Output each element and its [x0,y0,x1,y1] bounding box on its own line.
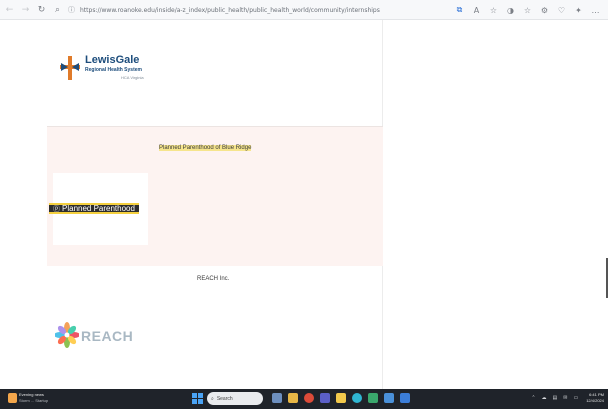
onedrive-icon[interactable]: ☁ [542,395,547,401]
content-column: LewisGale Regional Health System HCA Vir… [47,20,383,389]
clock-date: 12/4/2024 [586,398,604,403]
volume-icon[interactable]: ✉ [563,395,567,401]
refresh-icon[interactable]: ↻ [35,3,48,17]
weather-line-1: Evening news [19,392,44,397]
file-explorer-icon[interactable] [288,393,298,403]
taskbar-search[interactable]: ⌕ Search [207,392,263,405]
planned-parenthood-card[interactable]: ⓟ Planned Parenthood [49,173,148,245]
store-icon[interactable] [368,393,378,403]
system-tray: ⌃ ☁ ▤ ✉ ▭ 6:41 PM 12/4/2024 [525,392,604,404]
read-aloud-icon[interactable]: A [468,3,485,17]
lewisgale-mark-icon [60,56,80,80]
copilot-icon[interactable]: ✦ [570,3,587,17]
taskbar: Evening news Storm ... Startup ⌕ Search … [0,389,608,409]
weather-widget[interactable]: Evening news Storm ... Startup [8,392,68,406]
taskbar-search-label: Search [216,395,233,402]
toolbar-actions: ⧉ A ☆ ◑ ☆ ⚙ ♡ ✦ … [451,3,604,17]
favorites-icon[interactable]: ☆ [519,3,536,17]
weather-icon [8,393,17,403]
favorite-icon[interactable]: ☆ [485,3,502,17]
planned-parenthood-logo[interactable]: ⓟ Planned Parenthood [49,203,139,214]
lewisgale-logo[interactable]: LewisGale Regional Health System HCA Vir… [59,50,209,94]
page-viewport: LewisGale Regional Health System HCA Vir… [0,20,608,389]
taskbar-apps [272,393,416,403]
reach-logo[interactable]: REACH [55,320,145,350]
browser-toolbar: ← → ↻ ⌕ ⓘ https://www.roanoke.edu/inside… [0,0,608,20]
planned-parenthood-section: Planned Parenthood of Blue Ridge ⓟ Plann… [47,126,383,266]
teams-icon[interactable] [320,393,330,403]
more-options-icon[interactable]: … [587,3,604,17]
lewisgale-name: LewisGale [85,54,140,66]
planned-parenthood-logo-text: Planned Parenthood [62,204,135,213]
extensions-icon[interactable]: ⚙ [536,3,553,17]
weather-line-2: Storm ... Startup [19,398,49,403]
wifi-icon[interactable]: ▤ [553,395,558,401]
start-icon[interactable] [192,393,203,404]
reach-title[interactable]: REACH Inc. [197,276,229,282]
clock[interactable]: 6:41 PM 12/4/2024 [586,392,604,404]
reach-logo-text: REACH [81,328,134,344]
folder-icon[interactable] [336,393,346,403]
forward-icon[interactable]: → [19,3,32,17]
edge-icon[interactable] [352,393,362,403]
planned-parenthood-p-icon: ⓟ [53,205,60,213]
browser-essentials-icon[interactable]: ♡ [553,3,570,17]
split-screen-icon[interactable]: ⧉ [451,3,468,17]
chevron-up-icon[interactable]: ⌃ [531,395,535,401]
photos-icon[interactable] [400,393,410,403]
back-icon[interactable]: ← [3,3,16,17]
planned-parenthood-title[interactable]: Planned Parenthood of Blue Ridge [159,145,252,151]
calculator-icon[interactable] [384,393,394,403]
site-info-icon[interactable]: ⓘ [68,5,75,15]
widgets-icon[interactable] [272,393,282,403]
url-text: https://www.roanoke.edu/inside/a-z_index… [80,6,380,14]
theme-icon[interactable]: ◑ [502,3,519,17]
search-icon[interactable]: ⌕ [51,3,64,17]
highlighted-link-text[interactable]: Planned Parenthood of Blue Ridge [159,145,252,151]
reach-flower-icon [55,322,79,348]
chrome-icon[interactable] [304,393,314,403]
address-bar[interactable]: ⓘ https://www.roanoke.edu/inside/a-z_ind… [68,4,438,16]
lewisgale-tagline: HCA Virginia [121,75,144,80]
lewisgale-subtitle: Regional Health System [85,67,142,73]
battery-icon[interactable]: ▭ [573,395,578,401]
taskbar-search-icon: ⌕ [211,395,214,402]
